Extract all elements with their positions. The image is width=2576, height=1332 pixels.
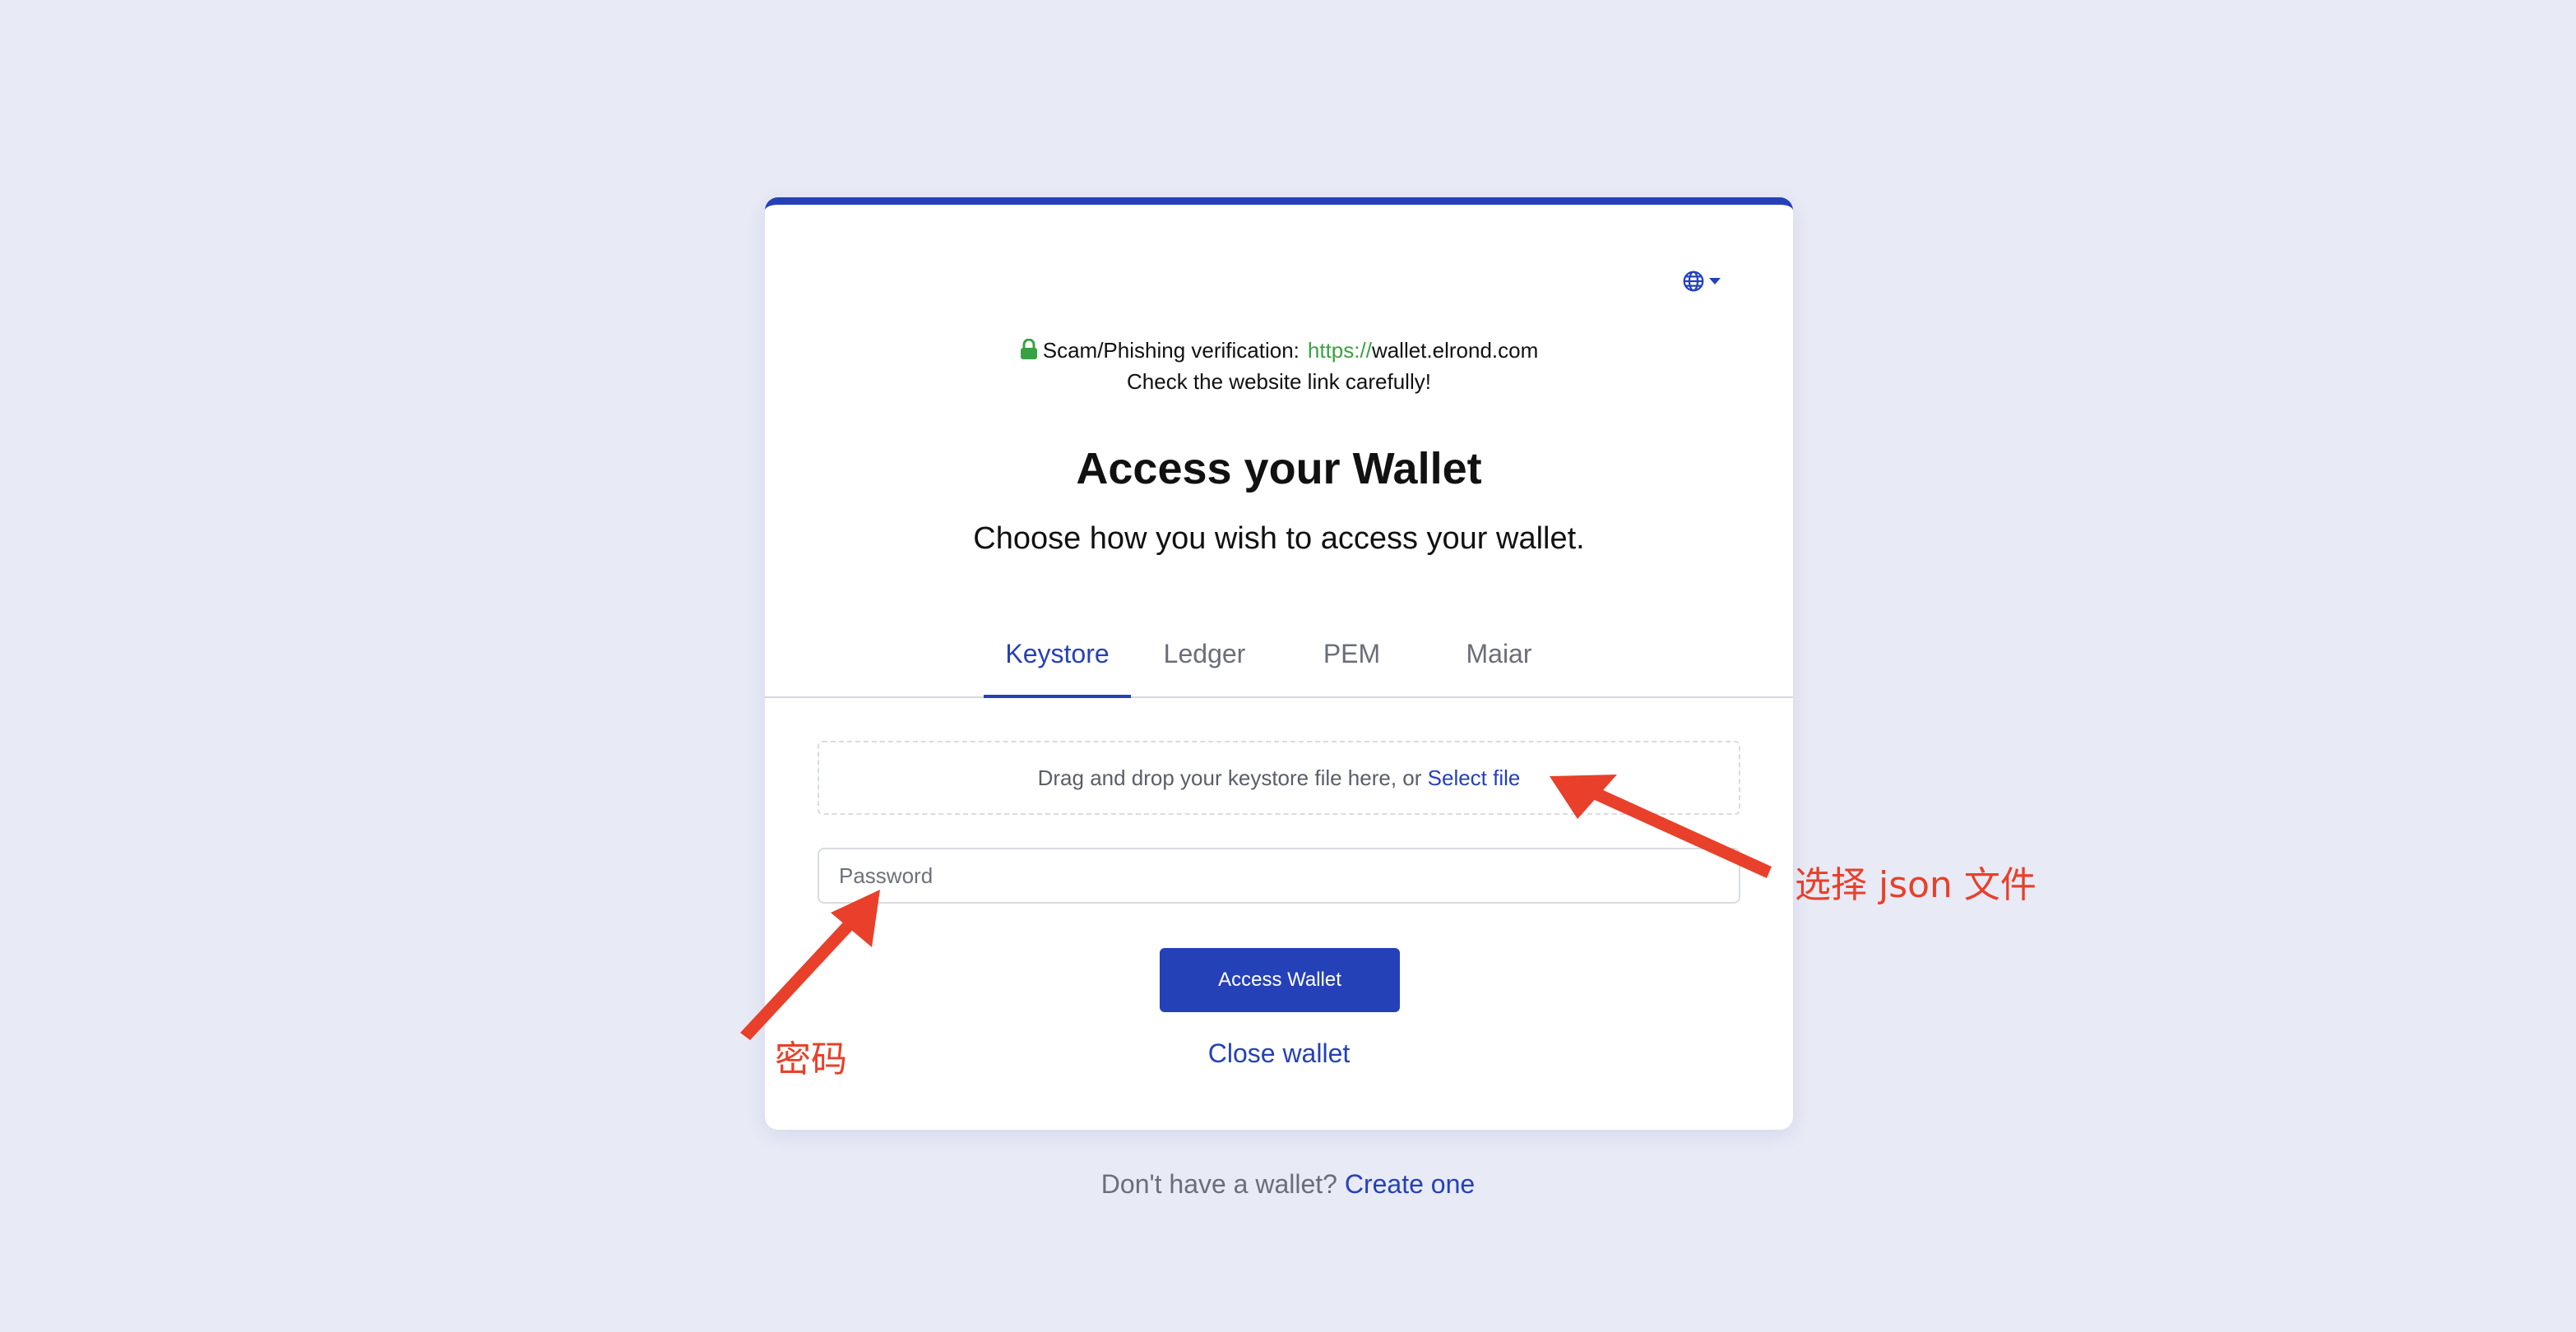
verification-protocol: https://: [1307, 338, 1372, 363]
create-wallet-prompt: Don't have a wallet? Create one: [0, 1169, 2576, 1200]
dropzone-text: Drag and drop your keystore file here, o…: [1037, 765, 1422, 790]
create-wallet-link[interactable]: Create one: [1345, 1169, 1475, 1199]
tab-maiar[interactable]: Maiar: [1425, 629, 1573, 698]
tab-ledger[interactable]: Ledger: [1131, 629, 1278, 698]
language-selector[interactable]: [1681, 269, 1721, 294]
keystore-dropzone[interactable]: Drag and drop your keystore file here, o…: [818, 741, 1740, 815]
annotation-password: 密码: [775, 1038, 847, 1080]
verification-warning: Check the website link carefully!: [1127, 369, 1431, 394]
select-file-link[interactable]: Select file: [1428, 765, 1521, 790]
chevron-down-icon: [1709, 278, 1721, 284]
access-wallet-button[interactable]: Access Wallet: [1160, 948, 1400, 1012]
close-wallet-link[interactable]: Close wallet: [765, 1038, 1793, 1069]
password-input[interactable]: [818, 848, 1740, 904]
tab-keystore[interactable]: Keystore: [984, 629, 1131, 698]
annotation-select-json: 选择 json 文件: [1795, 864, 2036, 906]
access-wallet-card: Scam/Phishing verification: https://walle…: [765, 197, 1793, 1130]
footer-prompt: Don't have a wallet?: [1100, 1169, 1337, 1199]
verification-domain: wallet.elrond.com: [1371, 338, 1539, 363]
tab-pem[interactable]: PEM: [1278, 629, 1425, 698]
lock-icon: [1020, 339, 1037, 359]
page-subtitle: Choose how you wish to access your walle…: [973, 521, 1585, 556]
globe-icon: [1683, 271, 1704, 292]
phishing-verification: Scam/Phishing verification: https://walle…: [765, 335, 1793, 397]
access-method-tabs: Keystore Ledger PEM Maiar: [765, 629, 1793, 698]
verification-label: Scam/Phishing verification:: [1042, 338, 1300, 363]
page-title: Access your Wallet: [1076, 444, 1482, 493]
